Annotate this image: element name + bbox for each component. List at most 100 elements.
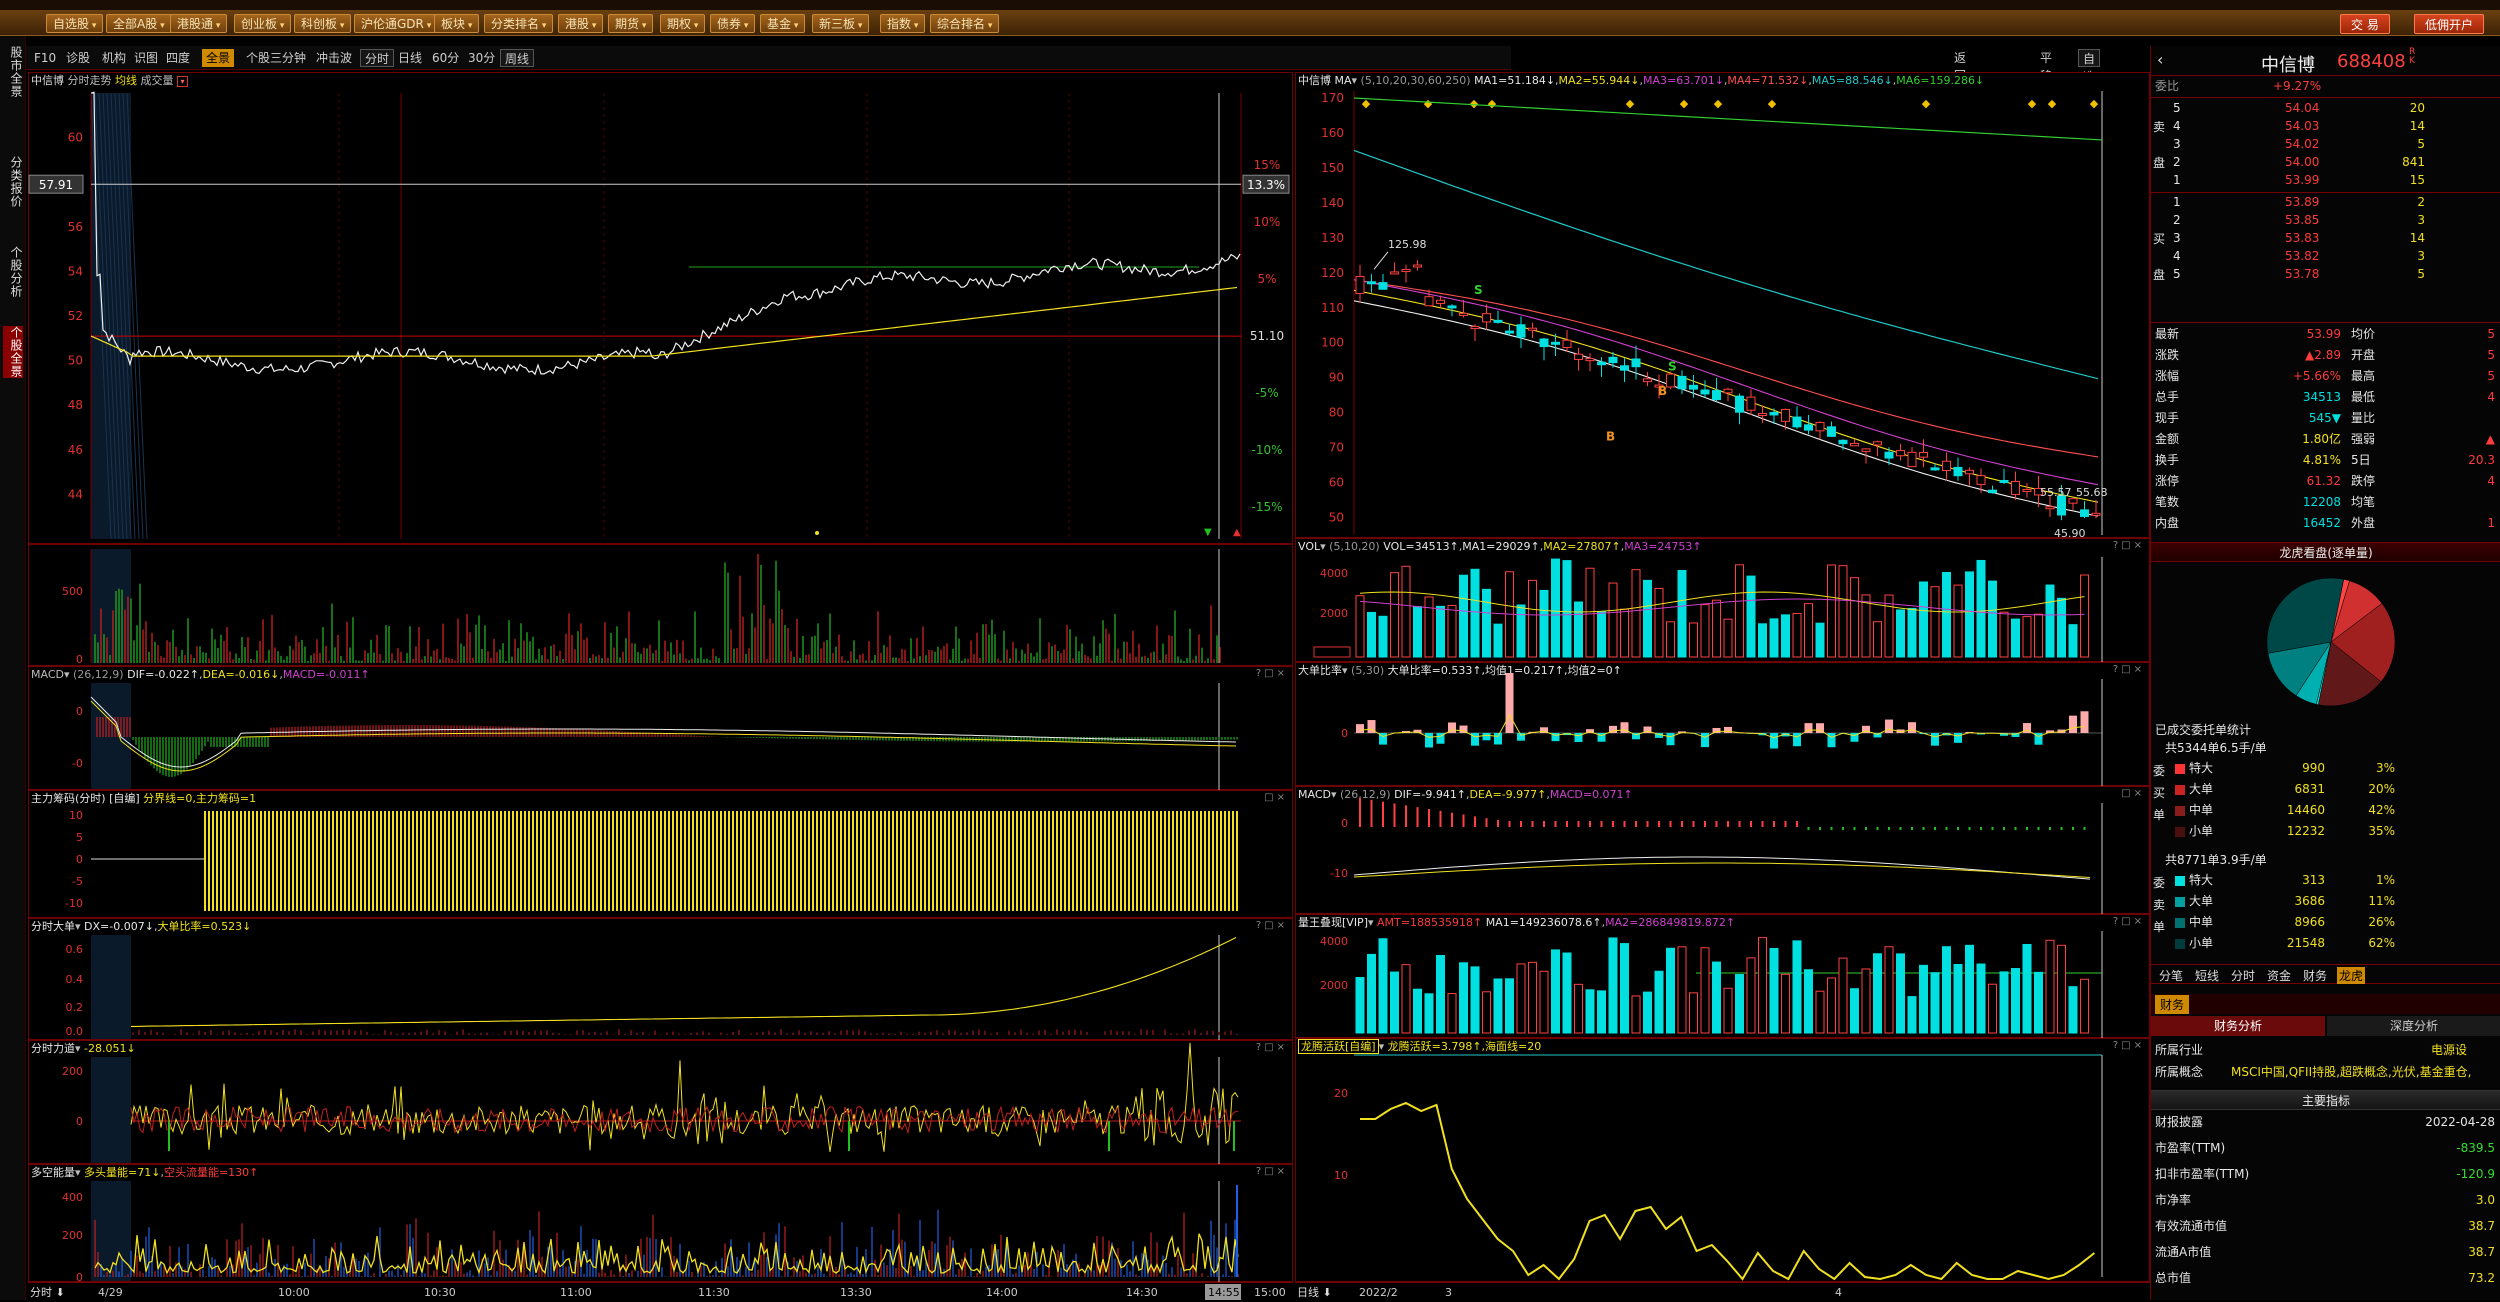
menu-item-12[interactable]: 基金	[760, 14, 805, 33]
menu-item-6[interactable]: 板块	[434, 14, 479, 33]
signal-diamond: ◆	[1922, 97, 1931, 110]
kline-panel[interactable]: 中信博 MA▾ (5,10,20,30,60,250) MA1=51.184↓,…	[1295, 72, 2150, 538]
pct-tick: 10%	[1254, 215, 1281, 229]
signal-diamond: ◆	[1626, 97, 1635, 110]
bid-row: 453.823	[2155, 248, 2495, 265]
menu-item-13[interactable]: 新三板	[812, 14, 869, 33]
tab-9[interactable]: 日线	[394, 49, 426, 67]
tab-7[interactable]: 冲击波	[312, 49, 356, 67]
kline-price-tick: 80	[1329, 406, 1344, 420]
volume-bar	[2069, 625, 2077, 657]
date-tick: 2022/2	[1359, 1286, 1398, 1299]
menu-item-9[interactable]: 期货	[608, 14, 653, 33]
volume-bar	[1805, 604, 1813, 657]
tab-10[interactable]: 60分	[428, 49, 463, 67]
rail-item-3[interactable]: 个股全景	[3, 326, 23, 378]
tab-right-0[interactable]: 返回个股分析	[1950, 49, 1970, 67]
volume-bar	[2081, 575, 2089, 657]
rail-item-0[interactable]: 股市全景	[3, 46, 23, 98]
date-tick: 4	[1835, 1286, 1842, 1299]
dragon-tabs: 分笔短线分时资金财务龙虎	[2151, 964, 2500, 984]
amount-bar	[1724, 988, 1732, 1033]
volume-bar	[1954, 585, 1962, 657]
volume-bar	[2023, 617, 2031, 657]
menu-item-14[interactable]: 指数	[880, 14, 925, 33]
menu-item-4[interactable]: 科创板	[294, 14, 351, 33]
liangwang-panel: 量王叠现[VIP]▾ AMT=188535918↑ MA1=149236078.…	[1295, 914, 2150, 1038]
tab-right-1[interactable]: 平移	[2036, 49, 2056, 67]
volume-bar	[1356, 596, 1364, 657]
avg-price-line	[91, 288, 1237, 357]
svg-text:-10: -10	[65, 897, 83, 910]
candle	[2081, 510, 2089, 517]
menu-item-10[interactable]: 期权	[660, 14, 705, 33]
stock-header: ‹ 中信博 688408 R K	[2151, 46, 2500, 76]
tab-right-2[interactable]: 自选	[2078, 49, 2100, 67]
stat-row: 金额1.80亿强弱▲	[2155, 431, 2495, 448]
current-price-tag: 57.91	[39, 178, 73, 192]
candle	[1517, 325, 1525, 337]
dragon-tab-2[interactable]: 分时	[2229, 967, 2257, 984]
kline-volume-chart: 40002000	[1296, 539, 2151, 663]
stat-row: 涨停61.32跌停4	[2155, 473, 2495, 490]
tab-11[interactable]: 30分	[464, 49, 499, 67]
svg-text:4000: 4000	[1320, 935, 1348, 948]
fenshi-dadan-chart: 0.60.40.20.0	[29, 919, 1294, 1041]
tab-8[interactable]: 分时	[360, 49, 394, 67]
menu-item-2[interactable]: 港股通	[170, 14, 227, 33]
tab-6[interactable]: 个股三分钟	[242, 49, 310, 67]
dragon-tab-3[interactable]: 资金	[2265, 967, 2293, 984]
fenshi-dadan-panel: 分时大单▾ DX=-0.007↓,大单比率=0.523↓ ?□× 0.60.40…	[28, 918, 1293, 1040]
finance-index-row: 市盈率(TTM)-839.5	[2155, 1140, 2495, 1157]
open-account-button[interactable]: 低佣开户	[2414, 14, 2484, 34]
volume-bar	[1529, 580, 1537, 657]
tab-0[interactable]: F10	[30, 49, 60, 67]
tab-4[interactable]: 四度	[162, 49, 194, 67]
buy-signal: B	[1606, 430, 1615, 444]
menu-item-7[interactable]: 分类排名	[484, 14, 553, 33]
candle	[1724, 389, 1732, 393]
menu-item-8[interactable]: 港股	[558, 14, 603, 33]
tab-2[interactable]: 机构	[98, 49, 130, 67]
ask-row: 153.9915	[2155, 172, 2495, 189]
pct-tick: -5%	[1255, 386, 1278, 400]
color-swatch	[2175, 897, 2185, 907]
svg-text:日线 ⬇: 日线 ⬇	[1297, 1285, 1332, 1299]
tab-deep-analysis[interactable]: 深度分析	[2327, 1016, 2500, 1036]
intraday-price-chart[interactable]: 60585654525048464457.9113.3%15%10%5%-5%-…	[29, 73, 1294, 545]
dragon-row: 大单368611%	[2155, 893, 2495, 910]
menu-item-3[interactable]: 创业板	[234, 14, 291, 33]
volume-bar	[1552, 559, 1560, 657]
tab-5[interactable]: 全景	[202, 49, 234, 67]
menu-item-5[interactable]: 沪伦通GDR	[354, 14, 438, 33]
intraday-volume-bars: 5000	[29, 545, 1294, 667]
tab-3[interactable]: 识图	[130, 49, 162, 67]
amount-bar	[1575, 984, 1583, 1033]
kline-chart[interactable]: 1701601501401301201101009080706050◆◆◆◆◆◆…	[1296, 73, 2151, 539]
volume-bar	[1644, 580, 1652, 657]
amount-bar	[1494, 979, 1502, 1033]
tab-finance-analysis[interactable]: 财务分析	[2151, 1016, 2325, 1036]
menu-item-0[interactable]: 自选股	[46, 14, 103, 33]
back-arrow-icon[interactable]: ‹	[2157, 50, 2163, 69]
zhuli-chouma-panel: 主力筹码(分时) [自编] 分界线=0,主力筹码=1 □× 1050-5-10	[28, 790, 1293, 918]
rail-item-1[interactable]: 分类报价	[3, 156, 23, 208]
menu-item-15[interactable]: 综合排名	[930, 14, 999, 33]
trade-button[interactable]: 交 易	[2340, 14, 2390, 34]
menu-item-1[interactable]: 全部A股	[106, 14, 172, 33]
dragon-tab-5[interactable]: 龙虎	[2337, 967, 2365, 984]
finance-tab[interactable]: 财务	[2155, 995, 2189, 1014]
dragon-tab-0[interactable]: 分笔	[2157, 967, 2185, 984]
intraday-chart-panel[interactable]: 中信博 分时走势 均线 成交量 ▾ 60585654525048464457.9…	[28, 72, 1293, 544]
menu-item-11[interactable]: 债券	[710, 14, 755, 33]
volume-bar	[1460, 575, 1468, 657]
tab-1[interactable]: 诊股	[62, 49, 94, 67]
amount-bar	[2081, 979, 2089, 1033]
dragon-tab-1[interactable]: 短线	[2193, 967, 2221, 984]
dragon-tab-4[interactable]: 财务	[2301, 967, 2329, 984]
tab-12[interactable]: 周线	[500, 49, 534, 67]
dragon-sell-stats: 共8771单3.9手/单特大3131%大单368611%中单896626%小单2…	[2151, 852, 2500, 962]
volume-bar	[1747, 576, 1755, 657]
rail-item-2[interactable]: 个股分析	[3, 246, 23, 298]
candle	[1667, 374, 1675, 387]
